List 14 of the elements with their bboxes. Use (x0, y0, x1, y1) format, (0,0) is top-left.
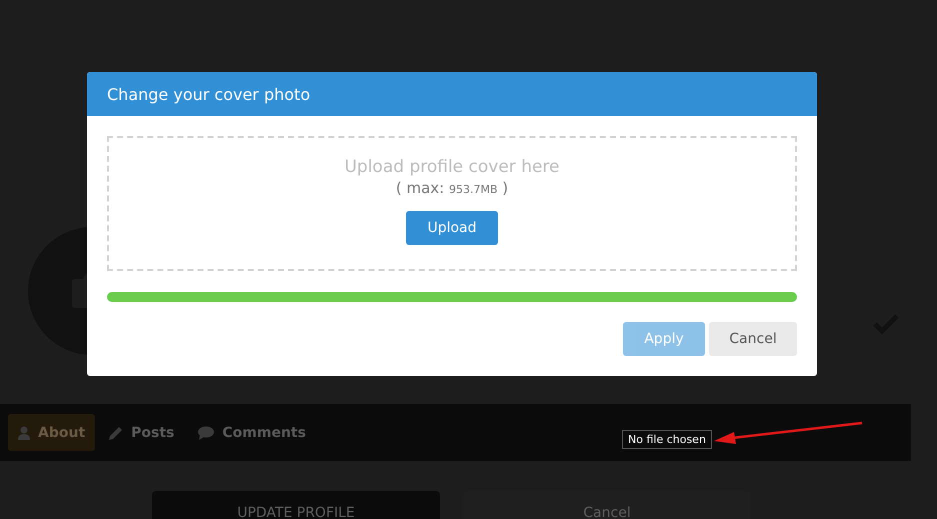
cancel-button[interactable]: Cancel (709, 322, 797, 356)
nav-tab[interactable]: Posts (99, 414, 184, 451)
person-icon (18, 426, 30, 440)
upload-dropzone[interactable]: Upload profile cover here ( max: 953.7MB ) Upload (107, 136, 797, 271)
max-size-text: ( max: 953.7MB ) (396, 179, 508, 197)
upload-button[interactable]: Upload (406, 211, 498, 245)
pencil-icon (109, 426, 124, 440)
tooltip: No file chosen (622, 430, 712, 449)
dropzone-text: Upload profile cover here (344, 157, 560, 177)
speech-bubble-icon (198, 426, 214, 440)
update-profile-button[interactable]: UPDATE PROFILE (152, 491, 440, 519)
dialog-title: Change your cover photo (107, 84, 310, 104)
nav-tab[interactable]: About (8, 414, 96, 451)
nav-tab[interactable]: Comments (188, 414, 316, 451)
